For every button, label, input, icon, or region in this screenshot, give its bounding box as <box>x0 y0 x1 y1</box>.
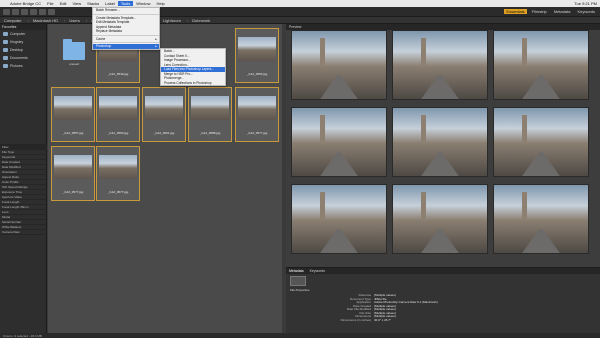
folder-icon <box>63 39 85 60</box>
tab-metadata[interactable]: Metadata <box>289 269 304 273</box>
mac-menu-bar: Adobe Bridge CC File Edit View Stacks La… <box>0 0 600 7</box>
preview-image[interactable] <box>493 107 589 177</box>
path-item[interactable]: Users <box>69 18 79 23</box>
computer-icon <box>3 32 8 36</box>
workspace-filmstrip[interactable]: Filmstrip <box>530 9 549 14</box>
menu-file[interactable]: File <box>44 1 56 6</box>
menu-app[interactable]: Adobe Bridge CC <box>7 1 44 6</box>
workspace-essentials[interactable]: Essentials <box>504 9 527 14</box>
path-bar: Computer› Macintosh HD› Users› dropbox› … <box>0 17 600 24</box>
workspace-switcher: Essentials Filmstrip Metadata Keywords <box>504 9 597 14</box>
menu-stacks[interactable]: Stacks <box>84 1 102 6</box>
favorite-computer[interactable]: Computer <box>0 30 46 38</box>
thumbnail[interactable]: _G12_0591.jpg · · · · · <box>142 87 186 142</box>
recent-folder-icon[interactable] <box>21 8 28 15</box>
preview-image[interactable] <box>291 107 387 177</box>
open-in-camera-raw-icon[interactable] <box>48 8 55 15</box>
submenu-arrow-icon: ▸ <box>155 36 157 41</box>
filter-row[interactable]: Camera Raw <box>0 230 47 235</box>
workspace-keywords[interactable]: Keywords <box>575 9 597 14</box>
pictures-icon <box>3 64 8 68</box>
photo <box>99 155 137 179</box>
favorite-user[interactable]: Kingsley <box>0 38 46 46</box>
menu-item-cache[interactable]: Cache ▸ <box>93 37 159 42</box>
section-file-properties[interactable]: File Properties <box>290 288 596 292</box>
preview-image[interactable] <box>392 184 488 254</box>
menu-help[interactable]: Help <box>154 1 168 6</box>
preview-image[interactable] <box>392 107 488 177</box>
app-toolbar: Essentials Filmstrip Metadata Keywords <box>0 7 600 17</box>
photo <box>191 96 229 120</box>
preview-image[interactable] <box>291 184 387 254</box>
metadata-row: Dimensions (in inches) 40.0" x 26.7" <box>340 317 391 322</box>
preview-image[interactable] <box>493 30 589 100</box>
favorite-desktop[interactable]: Desktop <box>0 46 46 54</box>
preview-image[interactable] <box>493 184 589 254</box>
forward-icon[interactable] <box>12 8 19 15</box>
thumbnail[interactable]: _G12_0557.jpg · · · · · <box>51 87 95 142</box>
left-panel: Favorites Computer Kingsley Desktop Docu… <box>0 24 47 333</box>
refine-icon[interactable] <box>39 8 46 15</box>
thumbnail[interactable]: _G12_0577.jpg · · · · · <box>235 87 279 142</box>
thumbnail[interactable]: _G12_0577.jpg · · · · · <box>96 146 140 201</box>
menu-label[interactable]: Label <box>102 1 118 6</box>
photo <box>145 96 183 120</box>
back-icon[interactable] <box>3 8 10 15</box>
menu-tools[interactable]: Tools <box>117 1 134 6</box>
photoshop-submenu: Batch... Contact Sheet II... Image Proce… <box>160 48 226 86</box>
metadata-tabs: Metadata Keywords <box>286 268 600 274</box>
photo <box>238 37 276 61</box>
preview-panel: Preview <box>286 24 600 267</box>
filter-panel: Filter File Type Keywords Date Created D… <box>0 144 47 235</box>
path-item[interactable]: Computer <box>4 18 22 23</box>
menu-item-batch-rename[interactable]: Batch Rename... <box>93 8 159 13</box>
thumbnail[interactable]: _G12_0553.jpg · · · · · <box>96 87 140 142</box>
menu-item-photoshop[interactable]: Photoshop ▸ <box>93 44 159 49</box>
favorite-documents[interactable]: Documents <box>0 54 46 62</box>
tab-keywords[interactable]: Keywords <box>310 269 325 273</box>
path-item[interactable]: Macintosh HD <box>33 18 58 23</box>
preview-image[interactable] <box>392 30 488 100</box>
path-item[interactable]: Dubrovnik <box>192 18 210 23</box>
thumbnail[interactable]: _G12_0553.jpg · · · · · <box>235 28 279 83</box>
folder-item[interactable]: unused <box>60 39 88 66</box>
desktop-icon <box>3 48 8 52</box>
path-item[interactable]: Lightroom <box>163 18 181 23</box>
metadata-content: File Properties Filename (Multiple values… <box>290 276 596 322</box>
menu-view[interactable]: View <box>70 1 85 6</box>
photo <box>54 155 92 179</box>
photo <box>99 96 137 120</box>
metadata-panel: Metadata Keywords File Properties Filena… <box>286 267 600 333</box>
menu-item-process-collections[interactable]: Process Collections in Photoshop <box>161 81 225 86</box>
photo <box>54 96 92 120</box>
thumbnail[interactable]: _G12_0577.jpg · · · · · <box>51 146 95 201</box>
menu-edit[interactable]: Edit <box>57 1 70 6</box>
user-icon <box>3 40 8 44</box>
clock: Tue 9:21 PM <box>574 1 597 6</box>
menu-item-replace-metadata[interactable]: Replace Metadata <box>93 29 159 34</box>
metadata-placard <box>290 276 306 286</box>
submenu-arrow-icon: ▸ <box>155 44 157 49</box>
preview-image[interactable] <box>291 30 387 100</box>
workspace-metadata[interactable]: Metadata <box>552 9 573 14</box>
menu-window[interactable]: Window <box>133 1 153 6</box>
tools-menu: Batch Rename... Create Metadata Template… <box>92 7 160 50</box>
photo <box>238 96 276 120</box>
menu-bar-status: Tue 9:21 PM <box>571 1 600 6</box>
thumbnail[interactable]: _G12_0588.jpg · · · · · <box>188 87 232 142</box>
camera-icon[interactable] <box>30 8 37 15</box>
favorite-pictures[interactable]: Pictures <box>0 62 46 70</box>
documents-icon <box>3 56 8 60</box>
status-bar: 9 items, 9 selected - 28.3 MB <box>0 333 600 338</box>
